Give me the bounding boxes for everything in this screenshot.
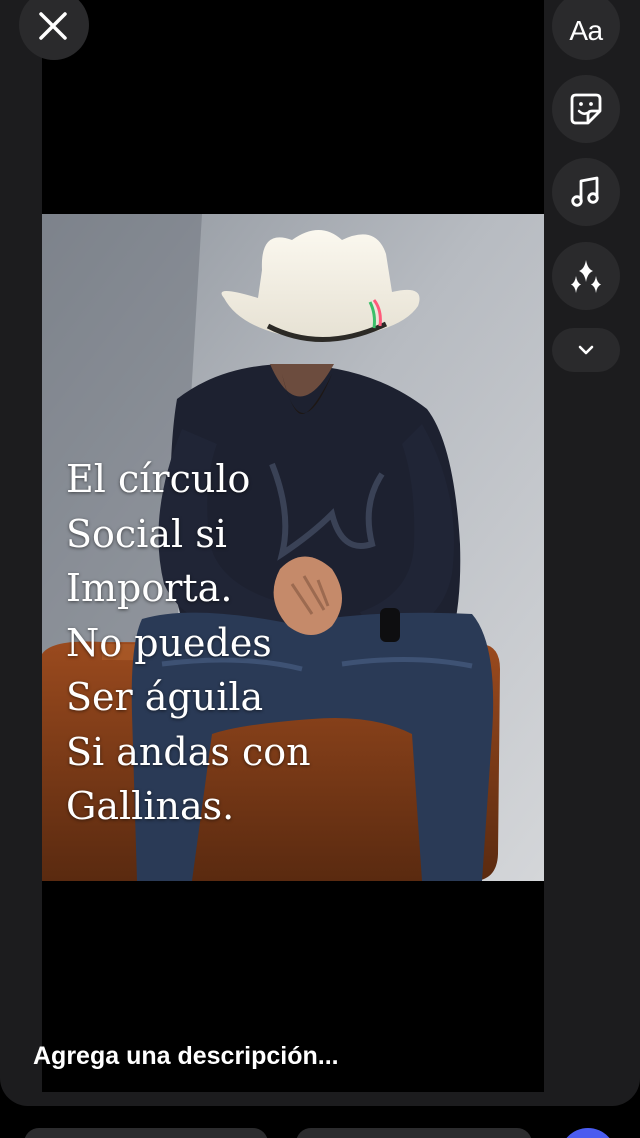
quote-line: Importa. bbox=[66, 566, 233, 610]
quote-line: No puedes bbox=[66, 620, 272, 665]
caption-input[interactable]: Agrega una descripción... bbox=[33, 1042, 339, 1071]
text-tool-label: Aa bbox=[569, 15, 603, 46]
sparkles-icon bbox=[571, 260, 601, 293]
chevron-down-icon bbox=[578, 345, 594, 355]
send-button[interactable] bbox=[560, 1128, 616, 1138]
quote-line: Social si bbox=[66, 511, 227, 556]
sticker-button[interactable] bbox=[552, 75, 620, 143]
text-tool-button[interactable]: Aa bbox=[552, 0, 620, 60]
quote-line: Si andas con bbox=[66, 729, 311, 774]
quote-line: Gallinas. bbox=[66, 784, 235, 828]
story-quote-text[interactable]: El círculo Social si Importa. No puedes … bbox=[66, 452, 311, 834]
story-editor-panel: El círculo Social si Importa. No puedes … bbox=[0, 0, 640, 1106]
sticker-icon bbox=[570, 93, 602, 125]
close-button[interactable] bbox=[19, 0, 89, 60]
story-editor-screen: El círculo Social si Importa. No puedes … bbox=[0, 0, 640, 1138]
close-icon bbox=[39, 12, 67, 40]
quote-line: Ser águila bbox=[66, 675, 264, 719]
music-icon bbox=[571, 176, 599, 207]
quote-line: El círculo bbox=[66, 457, 251, 501]
music-button[interactable] bbox=[552, 158, 620, 226]
effects-button[interactable] bbox=[552, 242, 620, 310]
more-tools-button[interactable] bbox=[552, 328, 620, 372]
your-story-button[interactable] bbox=[24, 1128, 268, 1138]
close-friends-button[interactable] bbox=[296, 1128, 532, 1138]
